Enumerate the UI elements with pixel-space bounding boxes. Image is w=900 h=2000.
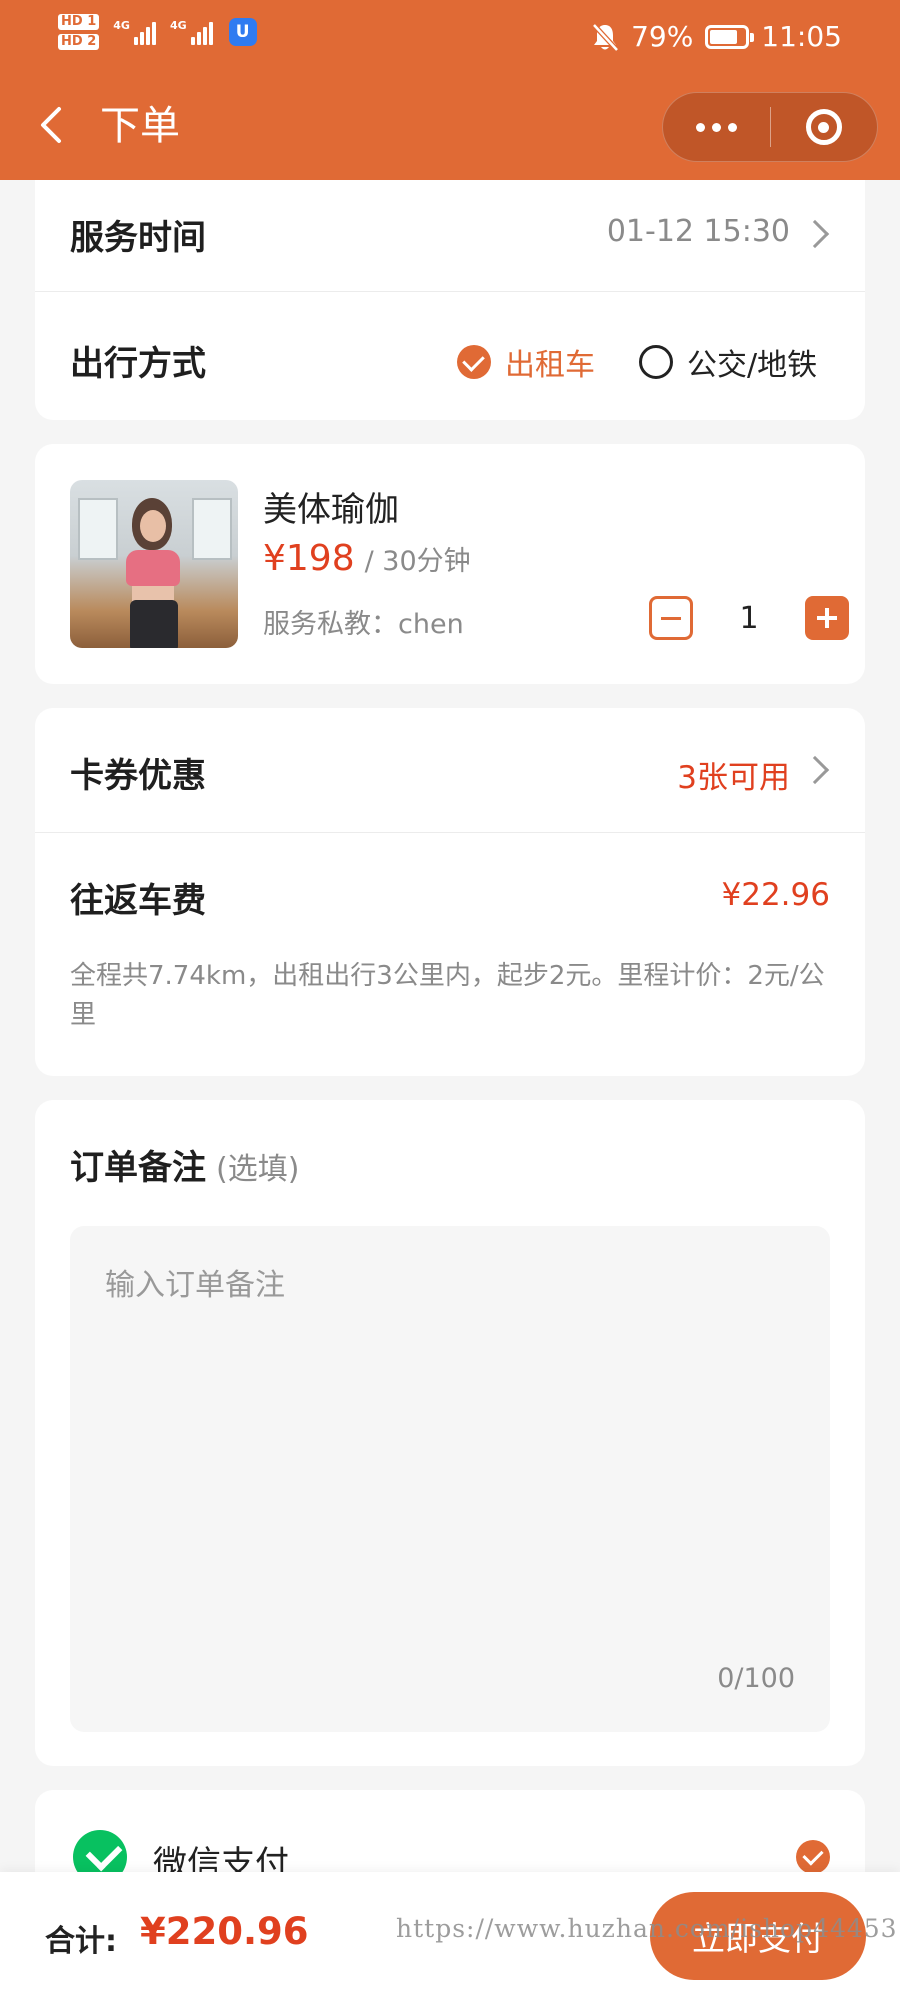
price-unit: / 30分钟 — [364, 546, 471, 577]
fees-card: 卡券优惠 3张可用 往返车费 ¥22.96 全程共7.74km，出租出行3公里内… — [35, 708, 865, 1076]
close-program-button[interactable] — [771, 93, 878, 161]
travel-option-transit[interactable]: 公交/地铁 — [639, 340, 817, 384]
more-button[interactable] — [663, 93, 770, 161]
remark-input[interactable] — [70, 1226, 830, 1732]
status-bar: HD 1 HD 2 4G 4G U 79% 11:05 — [0, 0, 900, 78]
coupon-label: 卡券优惠 — [70, 756, 206, 796]
status-left: HD 1 HD 2 4G 4G U — [58, 14, 257, 50]
coupon-row[interactable]: 卡券优惠 3张可用 — [35, 708, 865, 833]
fare-value: ¥22.96 — [721, 877, 830, 913]
price-line: ¥198 / 30分钟 — [263, 538, 471, 579]
travel-option-label: 公交/地铁 — [687, 348, 818, 383]
remark-title: 订单备注 (选填) — [70, 1140, 299, 1189]
fare-label: 往返车费 — [70, 881, 206, 921]
product-image — [70, 480, 238, 648]
travel-option-taxi[interactable]: 出租车 — [457, 340, 595, 384]
decrease-button[interactable] — [649, 596, 693, 640]
sim-badge: HD 2 — [58, 34, 100, 50]
product-name: 美体瑜伽 — [263, 490, 399, 530]
header: HD 1 HD 2 4G 4G U 79% 11:05 下单 — [0, 0, 900, 180]
product-price: ¥198 — [263, 538, 355, 579]
travel-option-label: 出租车 — [505, 348, 595, 383]
sim-badges: HD 1 HD 2 — [58, 14, 100, 50]
network-label: 4G — [169, 19, 187, 32]
mini-program-capsule — [662, 92, 878, 162]
quantity-stepper: 1 — [649, 596, 849, 640]
more-dots-icon — [695, 122, 737, 132]
remark-optional: (选填) — [216, 1152, 300, 1187]
fare-note: 全程共7.74km，出租出行3公里内，起步2元。里程计价：2元/公里 — [70, 961, 825, 1030]
payment-selected-icon — [796, 1840, 830, 1874]
coupon-value: 3张可用 — [677, 760, 790, 796]
product-card: 美体瑜伽 ¥198 / 30分钟 服务私教：chen 1 — [35, 444, 865, 684]
radio-unchecked-icon — [639, 345, 673, 379]
status-right: 79% 11:05 — [591, 20, 842, 53]
battery-icon — [705, 24, 755, 49]
nav-bar: 下单 — [0, 84, 900, 168]
increase-button[interactable] — [805, 596, 849, 640]
radio-checked-icon — [457, 345, 491, 379]
signal-icon: 4G — [113, 19, 156, 45]
quantity-value: 1 — [739, 600, 759, 636]
total-amount: ¥220.96 — [140, 1910, 309, 1953]
pay-now-button[interactable]: 立即支付 — [650, 1892, 866, 1980]
total-label: 合计: — [45, 1924, 117, 1959]
signal-icon: 4G — [170, 19, 213, 45]
char-count: 0/100 — [717, 1663, 795, 1694]
fare-row: 往返车费 ¥22.96 全程共7.74km，出租出行3公里内，起步2元。里程计价… — [35, 833, 865, 1076]
travel-label: 出行方式 — [70, 344, 206, 384]
app-notification-icon: U — [228, 18, 257, 46]
mute-bell-icon — [592, 22, 619, 52]
battery-fill — [710, 29, 738, 44]
remark-box: 0/100 — [70, 1226, 830, 1732]
network-label: 4G — [113, 19, 130, 32]
remark-label: 订单备注 — [70, 1148, 206, 1188]
service-time-label: 服务时间 — [70, 218, 206, 258]
chevron-right-icon — [800, 219, 830, 249]
bottom-bar: 合计: ¥220.96 立即支付 https://www.huzhan.com/… — [0, 1872, 900, 2000]
remark-card: 订单备注 (选填) 0/100 — [35, 1100, 865, 1766]
page-title: 下单 — [100, 103, 180, 149]
clock: 11:05 — [761, 20, 842, 53]
trainer-name: 服务私教：chen — [263, 609, 464, 640]
back-button[interactable] — [28, 100, 74, 150]
travel-row: 出行方式 出租车 公交/地铁 — [35, 292, 865, 420]
battery-percent: 79% — [631, 20, 694, 53]
chevron-left-icon — [41, 107, 61, 143]
service-time-value: 01-12 15:30 — [606, 214, 790, 249]
sim-badge: HD 1 — [58, 14, 100, 30]
target-icon — [805, 109, 842, 145]
chevron-right-icon — [800, 755, 830, 785]
service-time-row[interactable]: 服务时间 01-12 15:30 — [35, 180, 865, 292]
service-card: 服务时间 01-12 15:30 出行方式 出租车 公交/地铁 — [35, 180, 865, 420]
